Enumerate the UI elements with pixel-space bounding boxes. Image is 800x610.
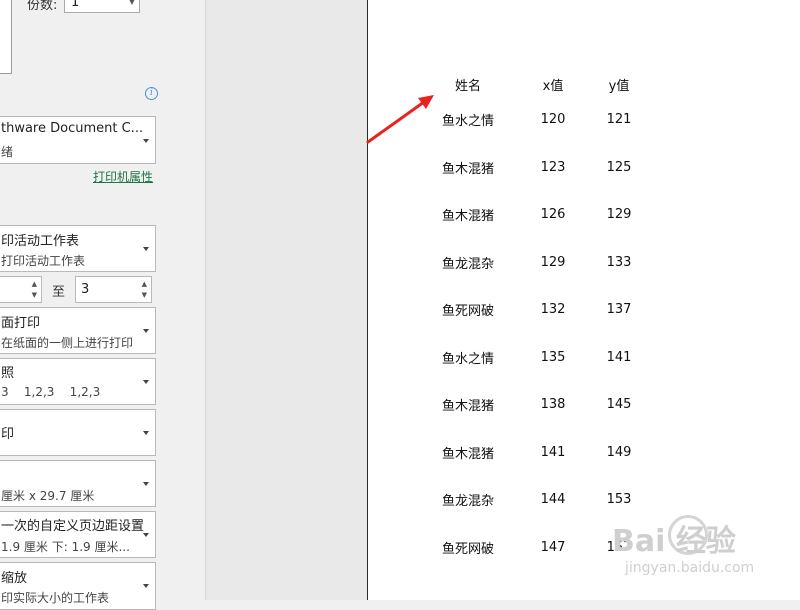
- cell-y: 141: [606, 349, 632, 365]
- header-y: y值: [608, 78, 630, 94]
- cell-x: 147: [540, 539, 566, 555]
- spin-up-icon[interactable]: ▲: [32, 280, 37, 288]
- paper-size-sub: 厘米 x 29.7 厘米: [1, 489, 95, 503]
- scaling-dropdown[interactable]: 缩放 印实际大小的工作表: [0, 562, 156, 610]
- table-row: 鱼木混猪 138 145: [416, 381, 652, 429]
- cell-y: 137: [606, 302, 632, 318]
- sides-dropdown[interactable]: 面打印 在纸面的一侧上进行打印: [0, 307, 156, 354]
- printer-properties-link[interactable]: 打印机属性: [93, 168, 153, 185]
- cell-x: 126: [540, 207, 566, 223]
- cell-x: 144: [540, 492, 566, 508]
- cell-name: 鱼龙混杂: [441, 494, 494, 510]
- table-row: 鱼水之情 120 121: [416, 96, 652, 144]
- margins-sub: 1.9 厘米 下: 1.9 厘米...: [1, 540, 130, 554]
- orientation-dropdown[interactable]: 印: [0, 409, 156, 456]
- cell-y: 133: [606, 254, 632, 270]
- table-row: 鱼龙混杂 129 133: [416, 239, 652, 287]
- print-button[interactable]: [0, 0, 12, 74]
- print-settings-panel: 份数: 1 ▼ i thware Document C... 绪 打印机属性 印…: [0, 0, 205, 610]
- info-icon[interactable]: i: [145, 87, 158, 100]
- cell-x: 135: [540, 349, 566, 365]
- printer-status: 绪: [1, 145, 14, 159]
- cell-y: 121: [606, 112, 632, 128]
- pages-to-value: 3: [81, 282, 90, 297]
- red-arrow-annotation: [366, 95, 434, 144]
- sides-sub: 在纸面的一侧上进行打印: [1, 336, 134, 350]
- table-row: 鱼木混猪 126 129: [416, 191, 652, 239]
- chevron-down-icon: [143, 247, 149, 251]
- cell-name: 鱼木混猪: [441, 161, 494, 177]
- cell-name: 鱼木混猪: [441, 399, 494, 415]
- collate-sub: 3 1,2,3 1,2,3: [1, 385, 101, 399]
- copies-value: 1: [71, 0, 80, 10]
- table-row: 鱼木混猪 123 125: [416, 144, 652, 192]
- print-what-dropdown[interactable]: 印活动工作表 打印活动工作表: [0, 225, 156, 272]
- pages-to-label: 至: [52, 285, 66, 300]
- spin-down-icon[interactable]: ▼: [142, 291, 147, 299]
- table-header-row: 姓名 x值 y值: [416, 72, 652, 96]
- spin-down-icon[interactable]: ▼: [129, 0, 135, 11]
- cell-x: 120: [540, 112, 566, 128]
- margins-main: 一次的自定义页边距设置: [1, 519, 145, 534]
- cell-x: 132: [540, 302, 566, 318]
- watermark-url: jingyan.baidu.com: [625, 560, 755, 576]
- watermark-logo: Bai 经验: [612, 524, 736, 559]
- preview-gutter: [205, 0, 368, 600]
- header-x: x值: [542, 78, 564, 94]
- orientation-main: 印: [1, 427, 15, 442]
- cell-y: 149: [606, 444, 632, 460]
- chevron-down-icon: [143, 139, 149, 143]
- spin-down-icon[interactable]: ▼: [32, 291, 37, 299]
- sides-main: 面打印: [1, 316, 41, 331]
- scaling-sub: 印实际大小的工作表: [1, 591, 110, 605]
- cell-x: 141: [540, 444, 566, 460]
- pages-to-input[interactable]: 3 ▲ ▼: [75, 276, 152, 303]
- print-what-main: 印活动工作表: [1, 234, 80, 249]
- preview-table: 姓名 x值 y值 鱼水之情 120 121 鱼木混猪 123 125 鱼木混猪 …: [416, 72, 652, 571]
- cell-name: 鱼木混猪: [441, 446, 494, 462]
- chevron-down-icon: [143, 482, 149, 486]
- table-row: 鱼木混猪 141 149: [416, 429, 652, 477]
- copies-label: 份数:: [27, 0, 58, 13]
- table-row: 鱼死网破 132 137: [416, 286, 652, 334]
- spin-up-icon[interactable]: ▲: [142, 280, 147, 288]
- cell-y: 145: [606, 397, 632, 413]
- cell-x: 138: [540, 397, 566, 413]
- margins-dropdown[interactable]: 一次的自定义页边距设置 1.9 厘米 下: 1.9 厘米...: [0, 511, 156, 558]
- chevron-down-icon: [143, 584, 149, 588]
- cell-name: 鱼死网破: [441, 541, 494, 557]
- chevron-down-icon: [143, 380, 149, 384]
- cell-x: 123: [540, 159, 566, 175]
- table-row: 鱼水之情 135 141: [416, 334, 652, 382]
- chevron-down-icon: [143, 431, 149, 435]
- cell-name: 鱼龙混杂: [441, 256, 494, 272]
- cell-name: 鱼木混猪: [441, 209, 494, 225]
- cell-name: 鱼死网破: [441, 304, 494, 320]
- collate-dropdown[interactable]: 照 3 1,2,3 1,2,3: [0, 358, 156, 405]
- copies-input[interactable]: 1 ▼: [64, 0, 140, 13]
- scaling-main: 缩放: [1, 571, 28, 586]
- cell-y: 125: [606, 159, 632, 175]
- chevron-down-icon: [143, 329, 149, 333]
- cell-name: 鱼水之情: [441, 351, 494, 367]
- paper-size-dropdown[interactable]: 厘米 x 29.7 厘米: [0, 460, 156, 507]
- cell-x: 129: [540, 254, 566, 270]
- printer-dropdown[interactable]: thware Document C... 绪: [0, 116, 156, 164]
- pages-from-input[interactable]: ▲ ▼: [0, 276, 42, 303]
- cell-y: 129: [606, 207, 632, 223]
- collate-main: 照: [1, 366, 15, 381]
- chevron-down-icon: [143, 533, 149, 537]
- print-what-sub: 打印活动工作表: [1, 254, 86, 268]
- printer-name: thware Document C...: [1, 121, 144, 136]
